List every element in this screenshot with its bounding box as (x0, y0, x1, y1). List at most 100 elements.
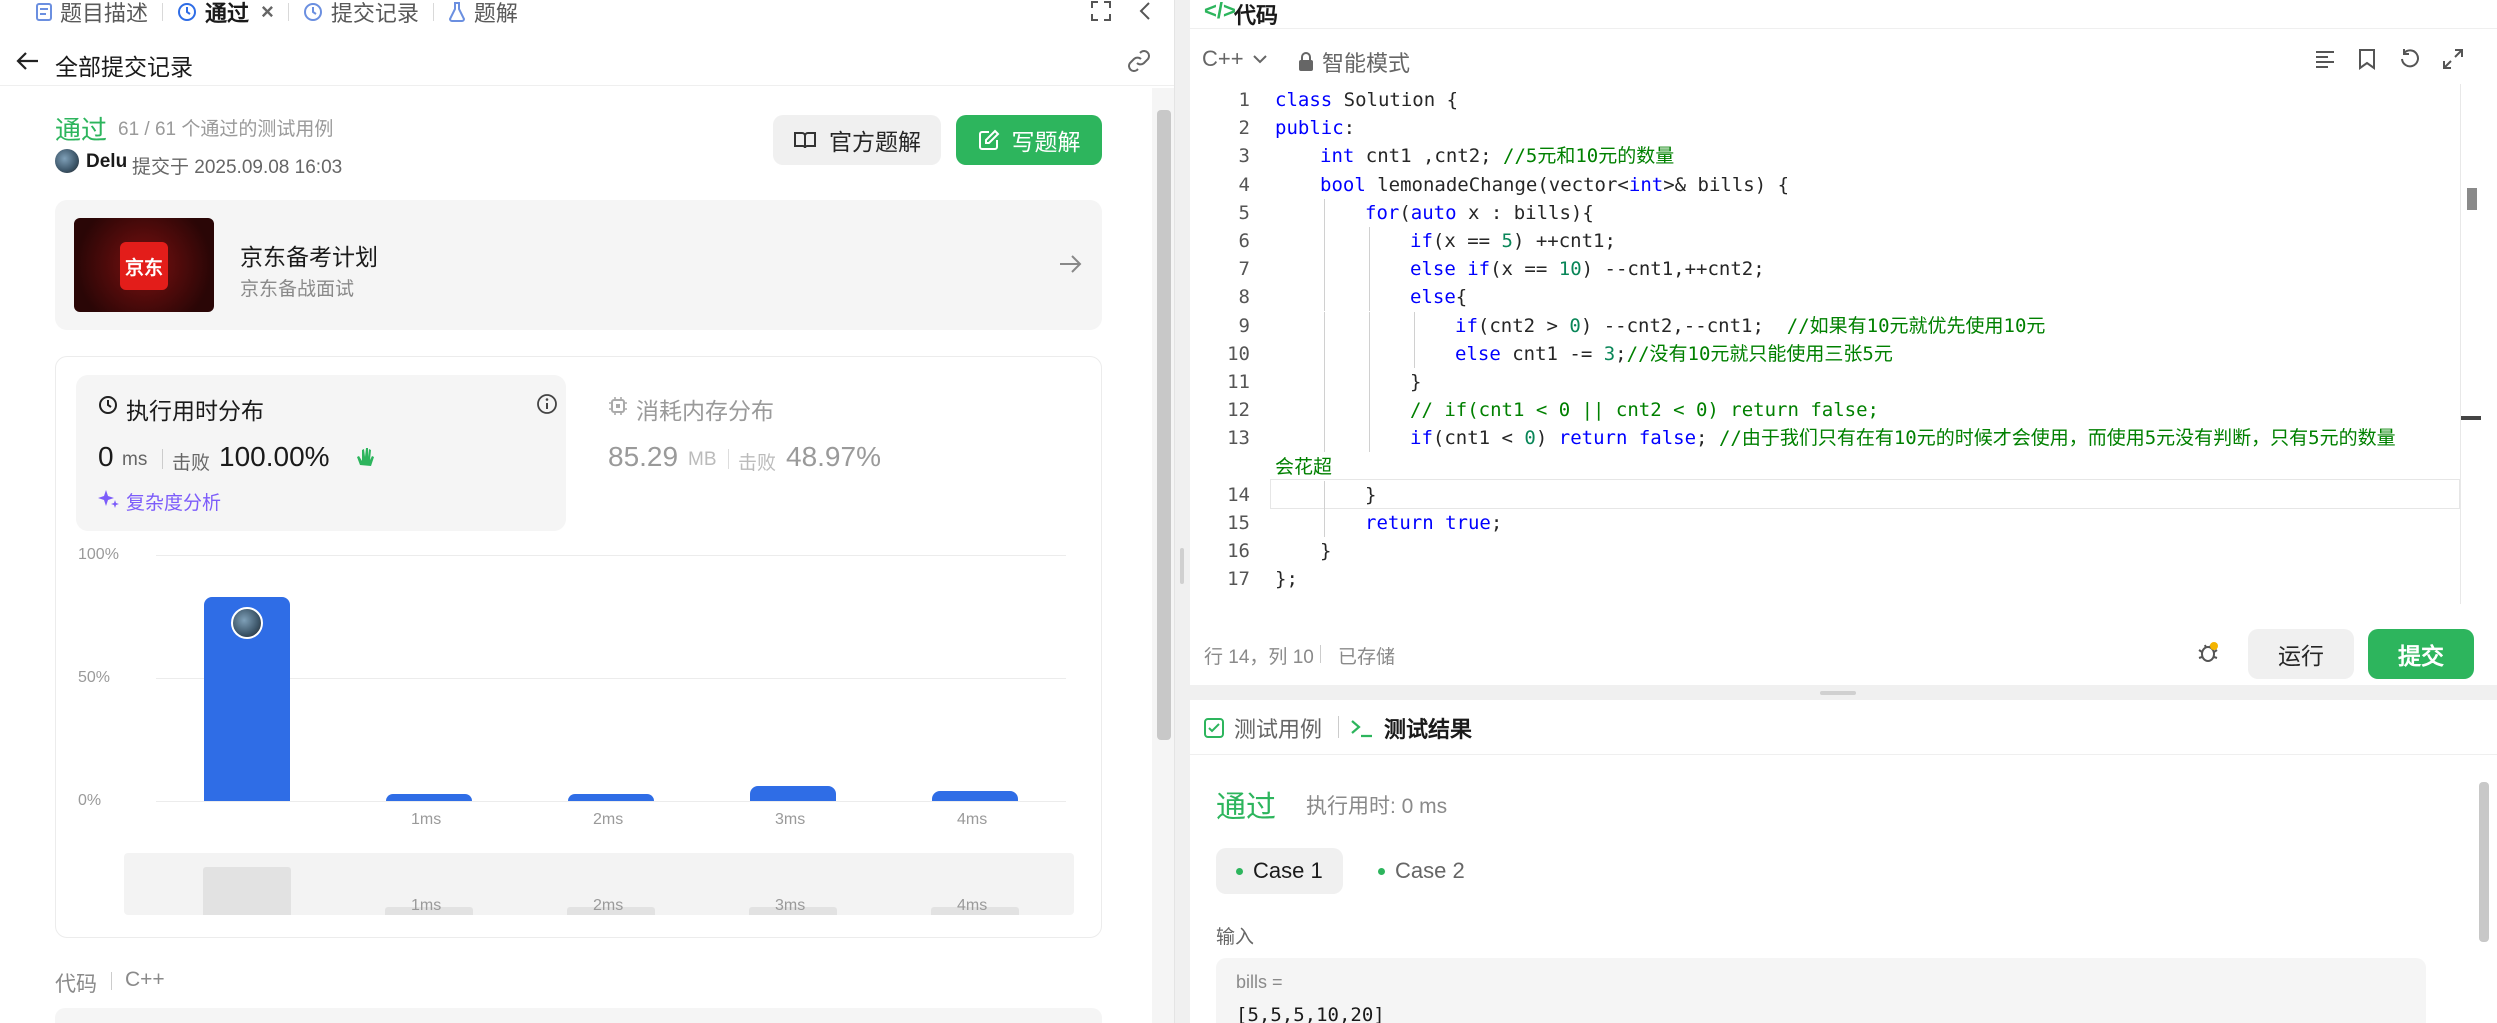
link-icon[interactable] (1126, 48, 1152, 74)
line-number: 3 (1238, 145, 1250, 168)
tab-accepted[interactable]: 通过 × (163, 0, 288, 26)
complexity-analysis-link[interactable]: 复杂度分析 (126, 488, 221, 515)
indent-guide (1414, 339, 1415, 368)
all-submissions-link[interactable]: 全部提交记录 (55, 48, 193, 82)
grid-line (156, 555, 1066, 556)
submission-status: 通过 (55, 115, 108, 145)
splitter-grip[interactable] (1820, 691, 1856, 695)
write-solution-label: 写题解 (1011, 129, 1081, 155)
avatar (55, 149, 79, 173)
maximize-icon[interactable] (1090, 0, 1112, 22)
book-icon (793, 130, 817, 150)
tab-bar: 题目描述 通过 × 提交记录 题解 (0, 0, 1174, 26)
promo-card[interactable]: 京东 京东备考计划 京东备战面试 (55, 200, 1102, 330)
tab-accepted-label: 通过 (205, 1, 250, 26)
result-status: 通过 (1216, 791, 1276, 824)
submit-button[interactable]: 提交 (2368, 629, 2474, 679)
indent-guide (1324, 339, 1325, 368)
horizontal-splitter[interactable] (1190, 686, 2497, 700)
scroll-thumb[interactable] (1157, 110, 1171, 740)
reset-icon[interactable] (2399, 48, 2421, 70)
editor-toolbar-divider (1190, 28, 2497, 29)
scroll-thumb[interactable] (2467, 188, 2477, 210)
x-tick-label: 4ms (957, 811, 988, 828)
runtime-beats-label: 击败 (172, 453, 211, 474)
bookmark-icon[interactable] (2358, 48, 2376, 70)
chart-bar[interactable] (932, 791, 1018, 801)
indent-guide (1414, 311, 1415, 340)
tab-submissions[interactable]: 提交记录 (289, 0, 433, 26)
code-line: if(cnt1 < 0) return false; //由于我们只有在有10元… (1410, 427, 2396, 450)
smart-mode-toggle[interactable]: 智能模式 (1298, 46, 1410, 78)
code-area[interactable]: 1 class Solution {2 public: 3 int cnt1 ,cnt2… (1190, 84, 2460, 604)
submit-time: 提交于 2025.09.08 16:03 (132, 157, 343, 178)
flask-icon (448, 2, 466, 22)
code-section-lang: C++ (125, 968, 165, 991)
run-button[interactable]: 运行 (2248, 629, 2354, 679)
promo-image: 京东 (74, 218, 214, 312)
code-preview (55, 1008, 1102, 1023)
code-line: else cnt1 -= 3;//没有10元就只能使用三张5元 (1455, 342, 1893, 365)
tab-description-label: 题目描述 (60, 1, 149, 26)
runtime-title: 执行用时分布 (126, 398, 264, 424)
format-icon[interactable] (2314, 49, 2336, 69)
splitter-grip[interactable] (1180, 548, 1184, 584)
write-solution-button[interactable]: 写题解 (956, 115, 1102, 165)
tab-testcases[interactable]: 测试用例 (1204, 712, 1322, 744)
back-arrow-icon[interactable] (16, 50, 40, 72)
test-panel-scrollbar[interactable] (2474, 762, 2494, 1023)
memory-beats-label: 击败 (738, 453, 777, 474)
brush-tick-label: 3ms (775, 897, 806, 914)
jd-logo-text: 京东 (124, 257, 163, 279)
tab-testresult[interactable]: 测试结果 (1350, 712, 1472, 744)
tab-description[interactable]: 题目描述 (22, 0, 162, 26)
code-line: if(cnt2 > 0) --cnt2,--cnt1; //如果有10元就优先使… (1455, 314, 2046, 337)
chart-bar[interactable] (568, 793, 654, 801)
sparkle-icon (98, 488, 120, 510)
editor-scrollbar[interactable] (2460, 84, 2482, 604)
tab-submissions-label: 提交记录 (330, 1, 419, 26)
divider (1338, 716, 1339, 738)
debug-bug-icon[interactable] (2196, 640, 2220, 664)
vertical-splitter[interactable] (1176, 0, 1190, 1023)
passed-count: 61 / 61 个通过的测试用例 (118, 119, 334, 140)
line-number: 2 (1238, 117, 1250, 140)
test-panel: 测试用例 测试结果 通过 执行用时: 0 ms Case 1 Case 2 输入… (1190, 700, 2497, 1023)
username[interactable]: Delu (86, 151, 127, 173)
run-label: 运行 (2278, 643, 2324, 669)
x-tick-label: 2ms (593, 811, 624, 828)
lock-icon (1298, 52, 1314, 72)
scroll-thumb[interactable] (2479, 782, 2489, 942)
line-number: 16 (1227, 540, 1250, 563)
chart-bar[interactable] (750, 786, 836, 801)
save-status: 已存储 (1338, 647, 1396, 668)
indent-guide (1324, 368, 1325, 396)
tab-solutions[interactable]: 题解 (434, 0, 532, 26)
language-select[interactable]: C++ (1202, 46, 1268, 72)
runtime-box[interactable]: 执行用时分布 0 ms 击败 100.00% 复杂度分析 (76, 375, 566, 531)
description-icon (36, 3, 52, 21)
input-box: bills = [5,5,5,10,20] (1216, 958, 2426, 1023)
tab-testcases-label: 测试用例 (1234, 717, 1323, 742)
case-1-tab[interactable]: Case 1 (1216, 848, 1343, 894)
collapse-icon[interactable] (1138, 0, 1152, 22)
runtime-beats: 100.00% (219, 441, 330, 472)
chart-bar[interactable] (386, 793, 472, 801)
memory-value: 85.29 (608, 441, 679, 472)
history-icon (177, 2, 197, 22)
info-icon[interactable] (536, 393, 558, 415)
close-icon[interactable]: × (261, 0, 274, 25)
memory-box[interactable]: 消耗内存分布 85.29 MB 击败 48.97% (586, 375, 1076, 531)
language-label: C++ (1202, 46, 1244, 71)
code-icon: </> (1204, 0, 1236, 23)
official-solution-button[interactable]: 官方题解 (773, 115, 941, 165)
submission-panel: 题目描述 通过 × 提交记录 题解 全部提交记录 通过 61 / 61 个通过的… (0, 0, 1175, 1023)
code-editor-panel: </> 代码 C++ 智能模式 1 class Solution {2 public… (1190, 0, 2497, 685)
indent-guide (1324, 255, 1325, 284)
y-tick-label: 100% (78, 546, 119, 563)
left-scrollbar[interactable] (1152, 88, 1174, 1023)
case-2-tab[interactable]: Case 2 (1358, 848, 1485, 894)
brush-tick-label: 1ms (411, 897, 442, 914)
fullscreen-icon[interactable] (2442, 48, 2464, 70)
indent-guide (1369, 424, 1370, 453)
